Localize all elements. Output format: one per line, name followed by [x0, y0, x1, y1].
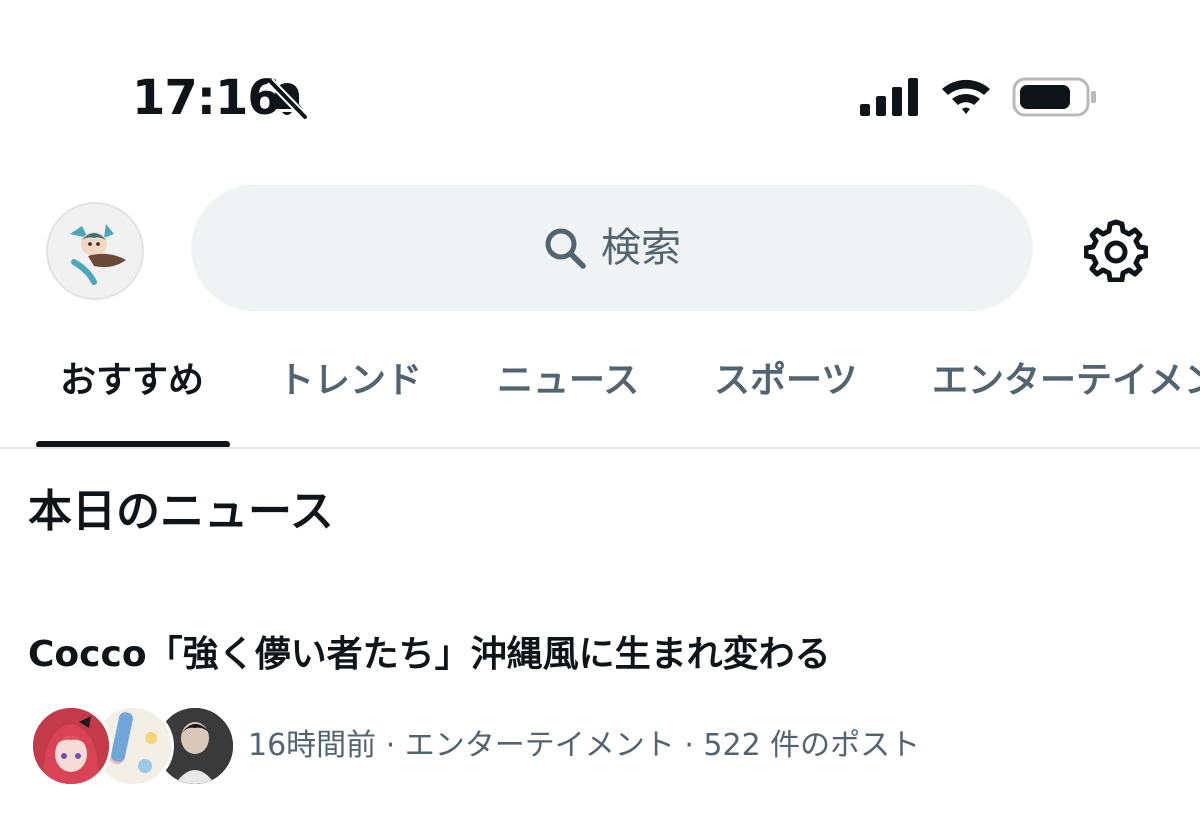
- search-placeholder: 検索: [601, 225, 681, 271]
- tab-entertainment[interactable]: エンターテイメント: [932, 330, 1200, 448]
- avatar-illustration: [48, 204, 142, 298]
- bell-slash-icon: [267, 78, 308, 120]
- avatar: [30, 705, 112, 787]
- search-input[interactable]: 検索: [191, 185, 1033, 311]
- tab-sports[interactable]: スポーツ: [714, 330, 857, 448]
- status-time: 17:16: [132, 70, 281, 126]
- gear-icon[interactable]: [1084, 218, 1148, 282]
- section-title: 本日のニュース: [28, 486, 334, 537]
- avatar-image: [33, 708, 109, 784]
- news-headline[interactable]: Cocco「強く儚い者たち」沖縄風に生まれ変わる: [28, 628, 1188, 682]
- explore-screen: 17:16 検索 おすすめ トレンド ニュース スポーツ エンターテイメ 本日の…: [0, 0, 1200, 830]
- tabs-divider: [0, 447, 1200, 449]
- profile-avatar[interactable]: [46, 202, 144, 300]
- tab-recommended[interactable]: おすすめ: [60, 330, 204, 448]
- news-meta: 16時間前 · エンターテイメント · 522 件のポスト: [248, 728, 921, 763]
- tab-news[interactable]: ニュース: [497, 330, 639, 448]
- news-avatar-stack: [30, 705, 236, 787]
- search-icon: [545, 228, 586, 269]
- cellular-signal-icon: [860, 78, 918, 116]
- tab-trending[interactable]: トレンド: [278, 330, 422, 448]
- explore-tabs: おすすめ トレンド ニュース スポーツ エンターテイメント: [0, 330, 1200, 448]
- wifi-icon: [942, 79, 990, 114]
- battery-icon: [1012, 77, 1096, 117]
